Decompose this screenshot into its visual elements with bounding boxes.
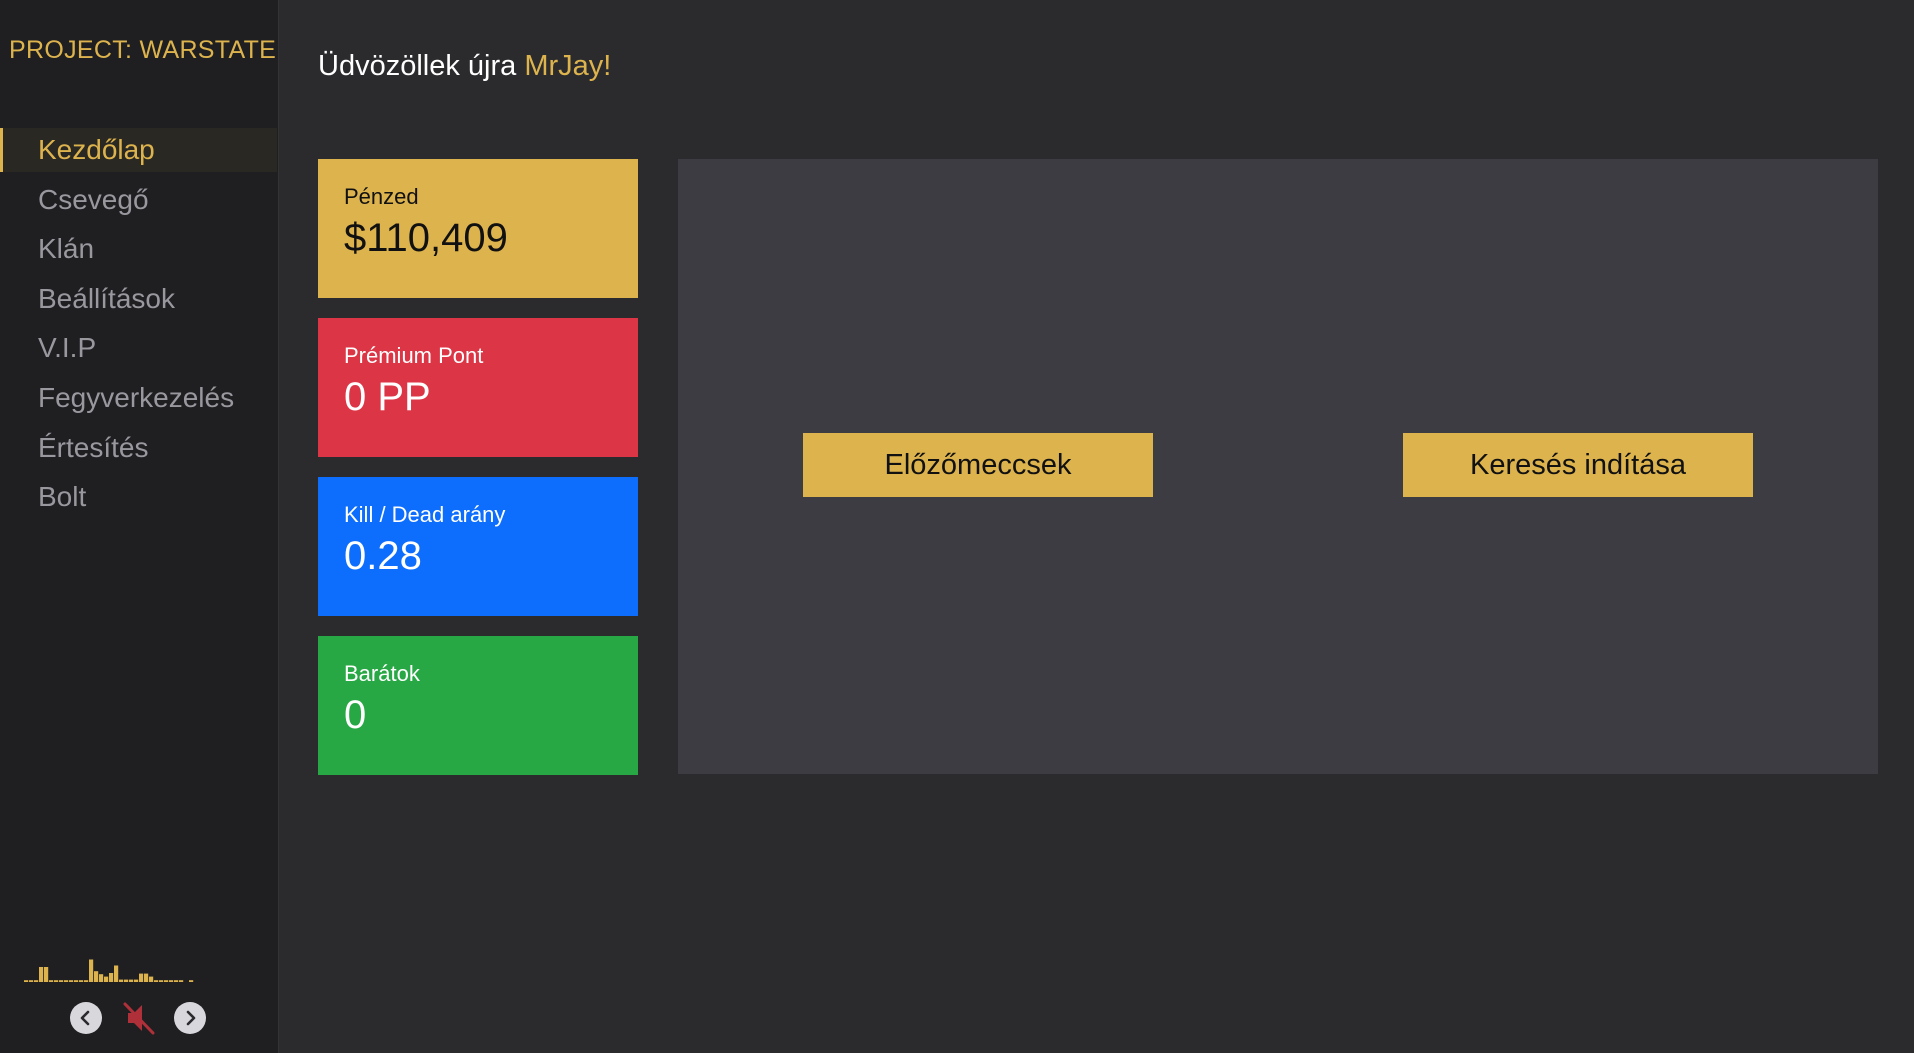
visualizer-bar — [59, 980, 64, 982]
visualizer-bar — [54, 980, 59, 982]
username: MrJay! — [524, 50, 612, 82]
match-panel: Előzőmeccsek Keresés indítása — [678, 159, 1878, 774]
previous-matches-button[interactable]: Előzőmeccsek — [803, 433, 1153, 497]
visualizer-bar — [114, 965, 119, 982]
visualizer-bar — [64, 980, 69, 982]
welcome-prefix: Üdvözöllek újra — [318, 50, 525, 82]
visualizer-bar — [154, 980, 159, 982]
visualizer-bar — [74, 980, 79, 982]
chevron-left-icon — [80, 1010, 90, 1026]
visualizer-bar — [104, 976, 109, 982]
visualizer-bar — [79, 980, 84, 982]
friends-card: Barátok 0 — [318, 636, 638, 775]
sidebar-item-weapons[interactable]: Fegyverkezelés — [0, 376, 277, 420]
mute-button[interactable] — [122, 1000, 156, 1036]
visualizer-bar — [69, 980, 74, 982]
sidebar-nav: Kezdőlap Csevegő Klán Beállítások V.I.P … — [0, 128, 277, 525]
visualizer-bar — [49, 980, 54, 982]
sidebar-item-notifications[interactable]: Értesítés — [0, 426, 277, 470]
visualizer-bar — [174, 980, 179, 982]
visualizer-bar — [149, 976, 154, 982]
visualizer-bar — [99, 974, 104, 982]
welcome-message: Üdvözöllek újra MrJay! — [318, 50, 611, 83]
next-track-button[interactable] — [174, 1002, 206, 1034]
visualizer-bar — [189, 980, 194, 982]
brand-title: PROJECT: WARSTATE — [9, 36, 277, 64]
visualizer-bar — [89, 959, 94, 982]
visualizer-bar — [109, 973, 114, 982]
visualizer-bar — [94, 971, 99, 982]
sidebar-item-chat[interactable]: Csevegő — [0, 178, 277, 222]
visualizer-bar — [164, 980, 169, 982]
start-search-button[interactable]: Keresés indítása — [1403, 433, 1753, 497]
visualizer-bar — [129, 979, 134, 982]
sidebar: PROJECT: WARSTATE Kezdőlap Csevegő Klán … — [0, 0, 279, 1053]
sidebar-item-vip[interactable]: V.I.P — [0, 326, 277, 370]
kill-death-ratio-card: Kill / Dead arány 0.28 — [318, 477, 638, 616]
sidebar-item-home[interactable]: Kezdőlap — [0, 128, 277, 172]
visualizer-bar — [24, 980, 29, 982]
previous-track-button[interactable] — [70, 1002, 102, 1034]
friends-label: Barátok — [344, 661, 420, 686]
visualizer-bar — [134, 979, 139, 982]
visualizer-bar — [84, 980, 89, 982]
premium-points-label: Prémium Pont — [344, 343, 484, 368]
visualizer-bar — [159, 980, 164, 982]
app-root: PROJECT: WARSTATE Kezdőlap Csevegő Klán … — [0, 0, 1914, 1053]
audio-visualizer — [24, 959, 194, 982]
visualizer-bar — [39, 967, 44, 982]
visualizer-bar — [34, 980, 39, 982]
sidebar-item-settings[interactable]: Beállítások — [0, 277, 277, 321]
sidebar-item-clan[interactable]: Klán — [0, 227, 277, 271]
visualizer-bar — [169, 980, 174, 982]
friends-value: 0 — [344, 693, 367, 737]
speaker-muted-icon — [123, 1002, 155, 1035]
kill-death-ratio-label: Kill / Dead arány — [344, 502, 506, 527]
money-value: $110,409 — [344, 216, 508, 260]
visualizer-bar — [119, 979, 124, 982]
premium-points-value: 0 PP — [344, 375, 431, 419]
money-label: Pénzed — [344, 184, 419, 209]
visualizer-bar — [139, 973, 144, 982]
premium-points-card: Prémium Pont 0 PP — [318, 318, 638, 457]
kill-death-ratio-value: 0.28 — [344, 534, 422, 578]
visualizer-bar — [144, 973, 149, 982]
visualizer-bar — [44, 967, 49, 982]
visualizer-bar — [124, 979, 129, 982]
visualizer-bar — [179, 980, 184, 982]
visualizer-bar — [29, 980, 34, 982]
money-card: Pénzed $110,409 — [318, 159, 638, 298]
sidebar-item-shop[interactable]: Bolt — [0, 475, 277, 519]
chevron-right-icon — [186, 1010, 196, 1026]
